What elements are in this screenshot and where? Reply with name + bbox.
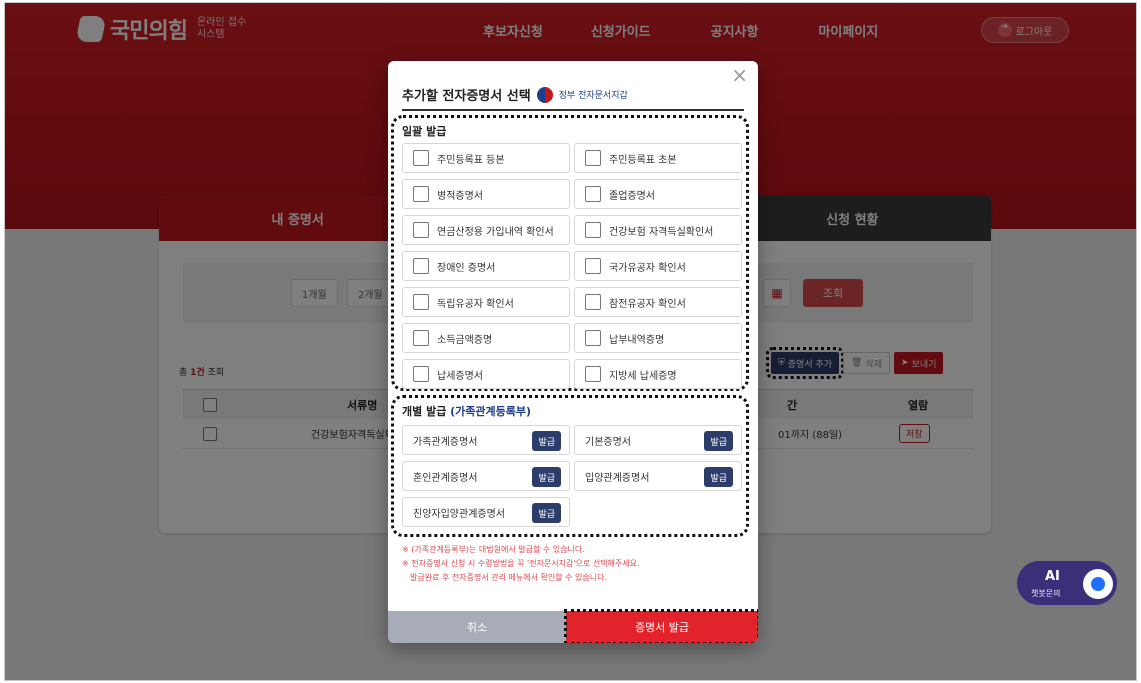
doc-adoption-relation: 입양관계증명서 발급 <box>574 461 742 491</box>
modal-title: 추가할 전자증명서 선택 정부 전자문서지갑 <box>402 85 628 104</box>
checkbox[interactable] <box>413 186 429 202</box>
doc-resident-register-abstract[interactable]: 주민등록표 초본 <box>574 143 742 173</box>
checkbox[interactable] <box>413 366 429 382</box>
doc-health-insurance[interactable]: 건강보험 자격득실확인서 <box>574 215 742 245</box>
doc-label: 친양자입양관계증명서 <box>413 508 505 520</box>
issue-full-adoption-relation-button[interactable]: 발급 <box>532 503 561 523</box>
doc-label: 주민등록표 등본 <box>437 154 505 166</box>
notice-text: ※ (가족관계등록부)는 대법원에서 발급할 수 있습니다. ※ 전자증명서 신… <box>402 543 640 585</box>
doc-label: 국가유공자 확인서 <box>609 262 686 274</box>
doc-label: 납부내역증명 <box>609 334 665 346</box>
doc-label: 지방세 납세증명 <box>609 370 677 382</box>
checkbox[interactable] <box>413 258 429 274</box>
robot-icon <box>1083 569 1113 599</box>
doc-label: 독립유공자 확인서 <box>437 298 514 310</box>
issue-marriage-relation-button[interactable]: 발급 <box>532 467 561 487</box>
note-line-2: ※ 전자증명서 신청 시 수령방법을 꼭 '전자문서지갑'으로 선택해주세요. <box>402 559 640 568</box>
doc-full-adoption-relation: 친양자입양관계증명서 발급 <box>402 497 570 527</box>
gov-wallet-label: 정부 전자문서지갑 <box>558 91 628 101</box>
checkbox[interactable] <box>585 258 601 274</box>
doc-resident-register-copy[interactable]: 주민등록표 등본 <box>402 143 570 173</box>
doc-disability[interactable]: 장애인 증명서 <box>402 251 570 281</box>
add-certificate-modal: × 추가할 전자증명서 선택 정부 전자문서지갑 일괄 발급 주민등록표 등본 … <box>388 61 758 643</box>
doc-pension-enrollment[interactable]: 연금산정용 가입내역 확인서 <box>402 215 570 245</box>
individual-issue-label: 개별 발급 (가족관계등록부) <box>402 403 531 419</box>
chatbot-label: 챗봇문의 <box>1031 589 1061 598</box>
individual-issue-subtitle: (가족관계등록부) <box>450 405 532 418</box>
doc-family-relation: 가족관계증명서 발급 <box>402 425 570 455</box>
doc-label: 납세증명서 <box>437 370 483 382</box>
doc-marriage-relation: 혼인관계증명서 발급 <box>402 461 570 491</box>
doc-label: 가족관계증명서 <box>413 436 478 448</box>
issue-family-relation-button[interactable]: 발급 <box>532 431 561 451</box>
checkbox[interactable] <box>585 222 601 238</box>
issue-certificate-button[interactable]: 증명서 발급 <box>564 609 758 643</box>
chatbot-ai-label: AI <box>1045 569 1060 584</box>
doc-label: 혼인관계증명서 <box>413 472 478 484</box>
checkbox[interactable] <box>413 330 429 346</box>
batch-issue-label: 일괄 발급 <box>402 125 447 138</box>
checkbox[interactable] <box>413 150 429 166</box>
title-divider <box>402 109 744 111</box>
checkbox[interactable] <box>413 222 429 238</box>
checkbox[interactable] <box>585 150 601 166</box>
individual-issue-title: 개별 발급 <box>402 405 447 418</box>
doc-label: 소득금액증명 <box>437 334 493 346</box>
doc-military-service[interactable]: 병적증명서 <box>402 179 570 209</box>
doc-war-veteran[interactable]: 참전유공자 확인서 <box>574 287 742 317</box>
doc-local-tax-payment[interactable]: 지방세 납세증명 <box>574 359 742 389</box>
doc-label: 입양관계증명서 <box>585 472 650 484</box>
doc-label: 연금산정용 가입내역 확인서 <box>437 226 554 238</box>
close-icon[interactable]: × <box>731 65 748 85</box>
checkbox[interactable] <box>585 294 601 310</box>
doc-label: 장애인 증명서 <box>437 262 496 274</box>
doc-label: 참전유공자 확인서 <box>609 298 686 310</box>
checkbox[interactable] <box>585 330 601 346</box>
doc-label: 건강보험 자격득실확인서 <box>609 226 714 238</box>
doc-income-amount[interactable]: 소득금액증명 <box>402 323 570 353</box>
doc-national-merit[interactable]: 국가유공자 확인서 <box>574 251 742 281</box>
note-line-1: ※ (가족관계등록부)는 대법원에서 발급할 수 있습니다. <box>402 545 585 554</box>
doc-payment-history[interactable]: 납부내역증명 <box>574 323 742 353</box>
doc-graduation[interactable]: 졸업증명서 <box>574 179 742 209</box>
government-logo-icon <box>536 86 553 103</box>
issue-basic-certificate-button[interactable]: 발급 <box>704 431 733 451</box>
note-line-3: 발급완료 후 전자증명서 관리 메뉴에서 확인할 수 있습니다. <box>410 573 607 582</box>
doc-label: 병적증명서 <box>437 190 483 202</box>
doc-label: 졸업증명서 <box>609 190 655 202</box>
checkbox[interactable] <box>585 366 601 382</box>
doc-independence-merit[interactable]: 독립유공자 확인서 <box>402 287 570 317</box>
chatbot-button[interactable]: AI 챗봇문의 <box>1017 561 1117 605</box>
checkbox[interactable] <box>585 186 601 202</box>
modal-title-text: 추가할 전자증명서 선택 <box>402 89 531 104</box>
doc-label: 주민등록표 초본 <box>609 154 677 166</box>
doc-tax-payment[interactable]: 납세증명서 <box>402 359 570 389</box>
modal-footer: 취소 증명서 발급 <box>388 609 758 643</box>
doc-label: 기본증명서 <box>585 436 631 448</box>
checkbox[interactable] <box>413 294 429 310</box>
cancel-button[interactable]: 취소 <box>388 611 566 643</box>
issue-adoption-relation-button[interactable]: 발급 <box>704 467 733 487</box>
doc-basic-certificate: 기본증명서 발급 <box>574 425 742 455</box>
